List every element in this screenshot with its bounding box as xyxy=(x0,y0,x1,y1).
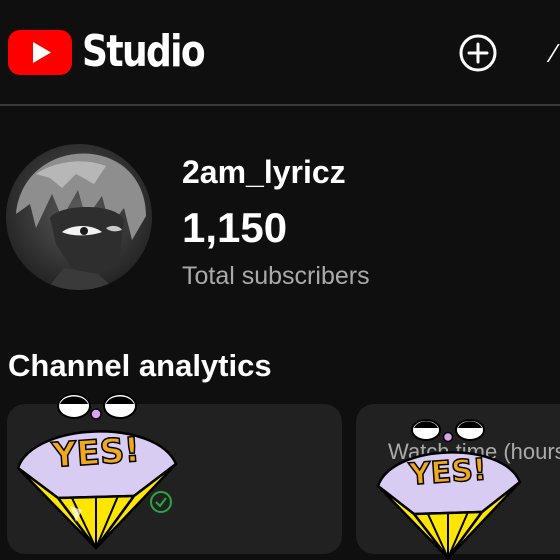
yes-fan-sticker: YES! xyxy=(16,393,178,551)
subscriber-count: 1,150 xyxy=(182,204,288,251)
youtube-play-icon[interactable] xyxy=(8,30,72,75)
anime-character-avatar-image xyxy=(6,144,152,290)
sticker-text: YES! xyxy=(50,430,141,476)
channel-avatar[interactable] xyxy=(6,144,152,290)
subscriber-label: Total subscribers xyxy=(182,262,370,290)
plus-circle-icon[interactable] xyxy=(458,33,498,73)
channel-analytics-heading: Channel analytics xyxy=(8,348,272,383)
studio-app: Studio ⁄ 2am_lyricz 1,150 Total subscrib… xyxy=(0,0,560,560)
top-app-bar: Studio ⁄ xyxy=(0,0,560,105)
header-divider xyxy=(0,104,560,106)
sticker-text: YES! xyxy=(407,452,488,492)
app-title: Studio xyxy=(82,26,206,77)
overflow-menu-icon[interactable]: ⁄ xyxy=(552,38,556,69)
yes-fan-sticker: YES! xyxy=(376,419,522,560)
channel-name: 2am_lyricz xyxy=(182,154,346,190)
